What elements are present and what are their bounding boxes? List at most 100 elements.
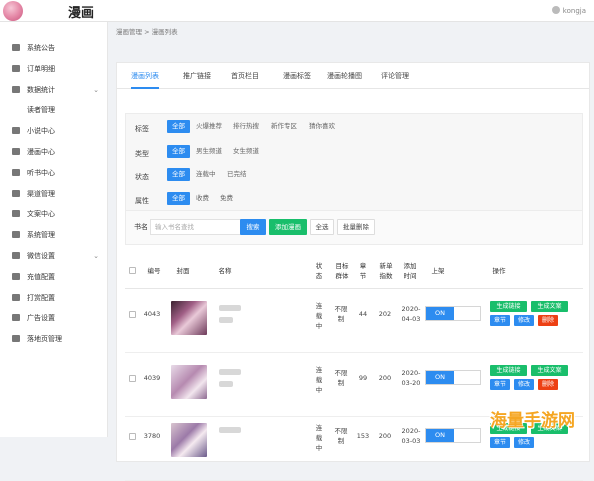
row-status: 连载中 xyxy=(315,424,323,452)
sidebar-item[interactable]: 充值配置 xyxy=(0,267,107,288)
sidebar-item-label: 微信设置 xyxy=(27,251,55,260)
select-all-checkbox[interactable] xyxy=(129,267,136,274)
row-index: 202 xyxy=(378,310,392,318)
sidebar-item[interactable]: 打赏配置 xyxy=(0,288,107,309)
chapters-button[interactable]: 章节 xyxy=(490,315,510,326)
filter-attr-option[interactable]: 收费 xyxy=(196,192,209,205)
sidebar-item[interactable]: 系统管理 xyxy=(0,225,107,246)
row-group: 不限制 xyxy=(334,369,348,387)
col-new-index: 新单指数 xyxy=(379,262,393,280)
tab-comic-carousel[interactable]: 漫画轮播图 xyxy=(327,63,362,89)
filter-tag-option[interactable]: 火爆推荐 xyxy=(196,120,222,133)
settings-icon xyxy=(12,231,20,239)
filter-tag-option[interactable]: 新作专区 xyxy=(271,120,297,133)
filter-tag-option[interactable]: 排行热搜 xyxy=(233,120,259,133)
row-checkbox[interactable] xyxy=(129,375,136,382)
col-group: 目标群体 xyxy=(335,262,349,280)
user-menu[interactable]: kongja xyxy=(551,6,586,15)
breadcrumb: 漫画管理 > 漫画列表 xyxy=(116,28,178,36)
sidebar-item[interactable]: 读者管理 xyxy=(0,100,107,121)
sidebar-item[interactable]: 系统公告 xyxy=(0,38,107,59)
filter-attr-option[interactable]: 免费 xyxy=(220,192,233,205)
shelf-toggle[interactable]: ON xyxy=(425,428,481,443)
toggle-on-label: ON xyxy=(426,429,454,442)
tab-comments[interactable]: 评论管理 xyxy=(381,63,409,89)
audio-icon xyxy=(12,168,20,176)
tab-comic-tags[interactable]: 漫画标签 xyxy=(283,63,311,89)
comic-icon xyxy=(12,147,20,155)
row-id: 4039 xyxy=(143,374,161,382)
row-chapters: 99 xyxy=(358,374,368,382)
tab-promo-links[interactable]: 推广链接 xyxy=(183,63,211,89)
sidebar-item[interactable]: 听书中心 xyxy=(0,163,107,184)
sidebar-item[interactable]: 落地页管理 xyxy=(0,329,107,350)
row-index: 200 xyxy=(378,374,392,382)
edit-button[interactable]: 修改 xyxy=(514,315,534,326)
page-icon xyxy=(12,335,20,343)
comic-cover-image xyxy=(171,365,207,399)
filter-tag-option[interactable]: 猜你喜欢 xyxy=(309,120,335,133)
generate-copy-button[interactable]: 生成文案 xyxy=(531,365,568,376)
select-all-button[interactable]: 全选 xyxy=(310,219,334,235)
generate-link-button[interactable]: 生成链接 xyxy=(490,301,527,312)
table-row: 4043 连载中 不限制 44 202 2020-04-03 ON 生成链接 生… xyxy=(125,289,583,353)
row-status: 连载中 xyxy=(315,302,323,330)
sidebar-item[interactable]: 小说中心 xyxy=(0,121,107,142)
chevron-down-icon: ⌄ xyxy=(93,251,99,260)
filter-type-option[interactable]: 女生频道 xyxy=(233,145,259,158)
gift-icon xyxy=(12,293,20,301)
sidebar-item[interactable]: 广告设置 xyxy=(0,308,107,329)
tab-home-columns[interactable]: 首页栏目 xyxy=(231,63,259,89)
sidebar-item-label: 落地页管理 xyxy=(27,335,62,344)
edit-button[interactable]: 修改 xyxy=(514,379,534,390)
comic-name-blurred xyxy=(219,317,233,323)
sidebar-item[interactable]: 文案中心 xyxy=(0,204,107,225)
sidebar-item[interactable]: 渠道管理 xyxy=(0,184,107,205)
chapters-button[interactable]: 章节 xyxy=(490,379,510,390)
sidebar-item[interactable]: 数据统计 ⌄ xyxy=(0,80,107,101)
sidebar-item[interactable]: 订单明细 xyxy=(0,59,107,80)
batch-delete-button[interactable]: 批量删除 xyxy=(337,219,375,235)
row-checkbox[interactable] xyxy=(129,311,136,318)
row-chapters: 153 xyxy=(356,432,370,440)
copy-icon xyxy=(12,210,20,218)
add-comic-button[interactable]: 添加漫画 xyxy=(269,219,307,235)
filter-type-all[interactable]: 全部 xyxy=(167,145,190,158)
comic-name-blurred xyxy=(219,369,241,375)
delete-button[interactable]: 删除 xyxy=(538,315,558,326)
ad-icon xyxy=(12,314,20,322)
search-button[interactable]: 搜索 xyxy=(240,219,266,235)
sidebar-item-label: 广告设置 xyxy=(27,314,55,323)
main-content: 漫画管理 > 漫画列表 漫画列表 推广链接 首页栏目 漫画标签 漫画轮播图 评论… xyxy=(108,22,594,481)
delete-button[interactable]: 删除 xyxy=(538,379,558,390)
filter-attr-all[interactable]: 全部 xyxy=(167,192,190,205)
tab-comic-list[interactable]: 漫画列表 xyxy=(131,63,159,89)
comic-cover-image xyxy=(171,423,207,457)
shelf-toggle[interactable]: ON xyxy=(425,306,481,321)
chapters-button[interactable]: 章节 xyxy=(490,437,510,448)
sidebar-item[interactable]: 漫画中心 xyxy=(0,142,107,163)
sidebar-item[interactable]: 微信设置 ⌄ xyxy=(0,246,107,267)
col-ops: 操作 xyxy=(492,267,506,275)
book-icon xyxy=(12,127,20,135)
generate-copy-button[interactable]: 生成文案 xyxy=(531,301,568,312)
order-icon xyxy=(12,64,20,72)
comic-name-blurred xyxy=(219,427,241,433)
filter-status-all[interactable]: 全部 xyxy=(167,168,190,181)
col-added-time: 添加时间 xyxy=(403,262,417,280)
shelf-toggle[interactable]: ON xyxy=(425,370,481,385)
col-status: 状态 xyxy=(315,262,323,280)
filter-status-label: 状态 xyxy=(135,173,149,181)
filter-type-option[interactable]: 男生频道 xyxy=(196,145,222,158)
toggle-on-label: ON xyxy=(426,307,454,320)
filter-status-option[interactable]: 已完结 xyxy=(227,168,247,181)
row-date: 2020-03-20 xyxy=(401,369,421,387)
stats-icon xyxy=(12,85,20,93)
comic-name-blurred xyxy=(219,381,233,387)
wechat-icon xyxy=(12,251,20,259)
generate-link-button[interactable]: 生成链接 xyxy=(490,365,527,376)
edit-button[interactable]: 修改 xyxy=(514,437,534,448)
comic-cover-image xyxy=(171,301,207,335)
filter-tag-all[interactable]: 全部 xyxy=(167,120,190,133)
filter-status-option[interactable]: 连载中 xyxy=(196,168,216,181)
